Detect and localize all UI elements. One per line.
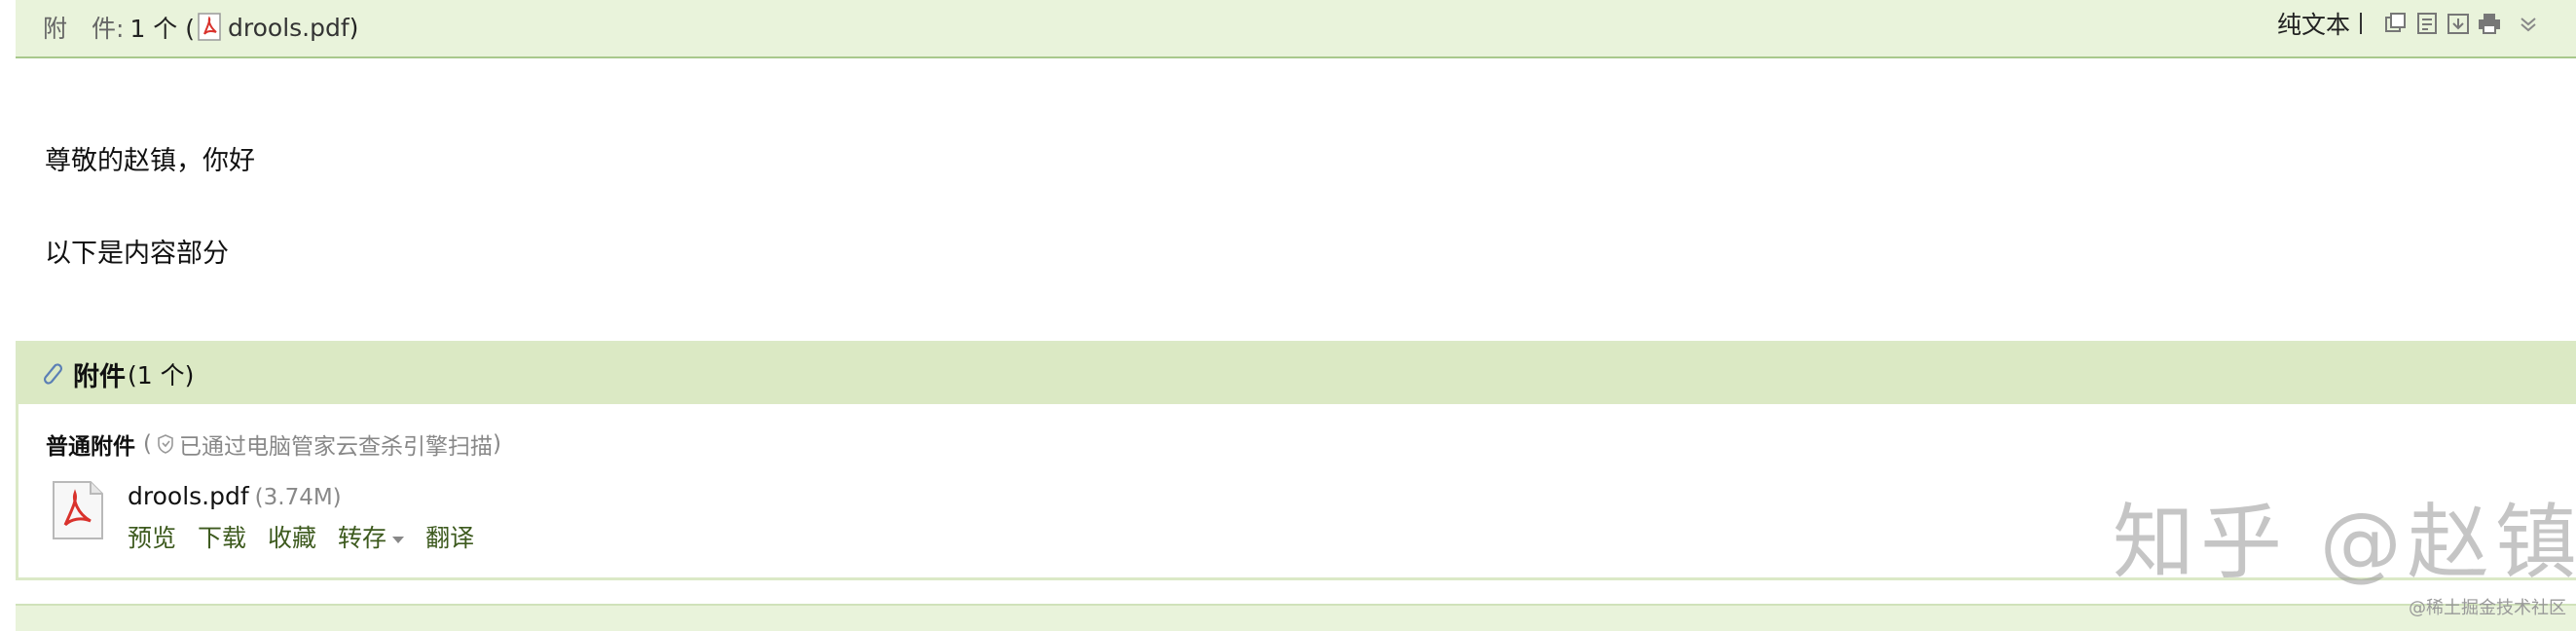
email-greeting: 尊敬的赵镇，你好 (45, 146, 255, 176)
paperclip-icon (44, 363, 62, 385)
email-view: 附 件: 1 个 ( drools.pdf ) 纯文本 尊敬的赵镇，你好 以下是… (0, 0, 2576, 631)
normal-attachments-label: 普通附件 (46, 434, 135, 460)
new-window-icon[interactable] (2383, 11, 2409, 36)
toolbar-separator (2360, 13, 2362, 34)
community-watermark: @稀土掘金技术社区 (2409, 598, 2566, 618)
favorite-link[interactable]: 收藏 (268, 519, 316, 554)
print-icon[interactable] (2477, 11, 2502, 36)
plain-text-button[interactable]: 纯文本 (2277, 6, 2350, 41)
attachment-close: ) (349, 13, 359, 42)
chevron-down-icon (392, 536, 405, 543)
translate-link[interactable]: 翻译 (425, 519, 474, 554)
pdf-icon (198, 13, 221, 41)
attachment-label: 附 件: (43, 15, 125, 43)
save-to-dropdown[interactable]: 转存 (338, 519, 405, 554)
attachments-count: (1 个) (128, 361, 195, 390)
attachment-count: 1 个 ( (129, 15, 195, 43)
preview-link[interactable]: 预览 (128, 519, 176, 554)
email-content: 以下是内容部分 (45, 239, 229, 269)
shield-icon (158, 434, 173, 454)
scan-note: ( 已通过电脑管家云查杀引擎扫描 ) (143, 427, 501, 461)
scan-open: ( (143, 431, 152, 457)
email-header: 附 件: 1 个 ( drools.pdf ) 纯文本 (16, 0, 2576, 58)
attachment-actions: 预览 下载 收藏 转存 翻译 (128, 519, 496, 554)
scan-text: 已通过电脑管家云查杀引擎扫描 (178, 434, 493, 460)
attachments-title: 附件 (73, 361, 126, 392)
header-attachment-link[interactable]: drools.pdf (228, 14, 350, 42)
normal-attachments-row: 普通附件 ( 已通过电脑管家云查杀引擎扫描 ) (46, 427, 501, 461)
expand-icon[interactable] (2516, 11, 2541, 36)
download-link[interactable]: 下载 (198, 519, 246, 554)
file-size: (3.74M) (254, 485, 342, 510)
header-toolbar: 纯文本 (2277, 6, 2541, 41)
download-icon[interactable] (2446, 11, 2471, 36)
file-name-link[interactable]: drools.pdf (128, 482, 249, 510)
next-section-strip (16, 604, 2576, 631)
watermark-text: 知乎 @赵镇 (2113, 495, 2576, 590)
scan-close: ) (492, 431, 501, 457)
header-attachment-line: 附 件: 1 个 ( drools.pdf ) (43, 10, 358, 45)
pdf-file-icon[interactable] (48, 478, 106, 542)
note-icon[interactable] (2414, 11, 2440, 36)
attachment-file-name: drools.pdf (3.74M) (128, 482, 342, 510)
save-to-label: 转存 (338, 524, 387, 552)
attachments-title-bar: 附件 (1 个) (18, 344, 2576, 404)
